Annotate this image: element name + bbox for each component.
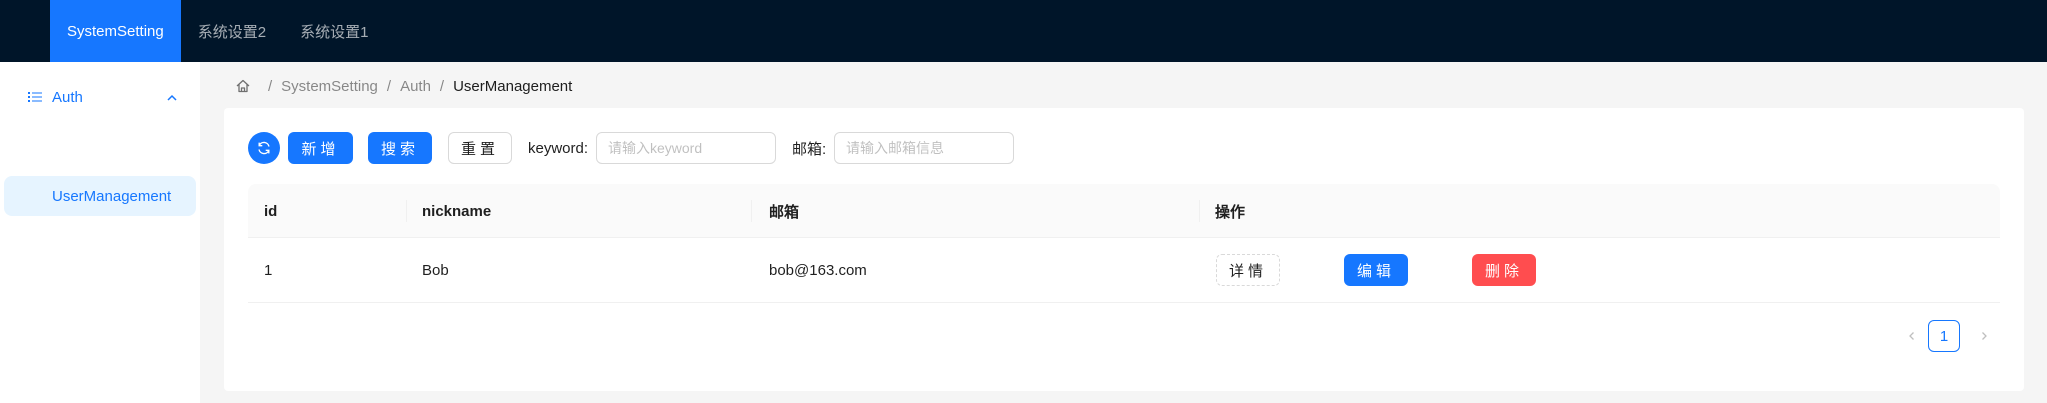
breadcrumb-item-current: UserManagement	[453, 77, 573, 95]
email-input[interactable]	[834, 132, 1014, 164]
topnav-item-systemsetting[interactable]: SystemSetting	[50, 0, 181, 62]
email-label: 邮箱:	[792, 140, 827, 158]
search-button[interactable]: 搜索	[368, 132, 432, 164]
sync-icon	[258, 141, 270, 155]
breadcrumb-separator: /	[386, 77, 392, 95]
cell-nickname: Bob	[422, 261, 449, 279]
edit-button[interactable]: 编辑	[1344, 254, 1408, 286]
breadcrumb: / SystemSetting / Auth / UserManagement	[235, 76, 572, 96]
sidebar: Auth UserManagement	[0, 62, 200, 403]
keyword-label: keyword:	[528, 139, 589, 157]
column-divider	[406, 200, 407, 222]
home-icon[interactable]	[235, 78, 251, 94]
submenu-auth-label: Auth	[52, 89, 83, 106]
page-item-current[interactable]: 1	[1928, 320, 1960, 352]
breadcrumb-separator: /	[268, 77, 273, 95]
detail-button[interactable]: 详情	[1216, 254, 1280, 286]
column-divider	[1199, 200, 1200, 222]
delete-button[interactable]: 删除	[1472, 254, 1536, 286]
cell-id: 1	[264, 261, 273, 279]
column-header-actions: 操作	[1215, 203, 1246, 221]
column-header-nickname: nickname	[422, 202, 492, 220]
topnav-item-system-settings-2[interactable]: 系统设置2	[181, 0, 283, 62]
next-page-button[interactable]	[1968, 320, 2000, 352]
submenu-auth[interactable]: Auth	[0, 74, 200, 122]
sidebar-item-usermanagement[interactable]: UserManagement	[4, 176, 196, 216]
table-header: id nickname 邮箱 操作	[248, 184, 2000, 238]
breadcrumb-separator: /	[439, 77, 445, 95]
prev-page-button[interactable]	[1896, 320, 1928, 352]
top-header: SystemSetting 系统设置2 系统设置1	[0, 0, 2047, 62]
column-divider	[751, 200, 752, 222]
chevron-up-icon	[167, 94, 177, 101]
table-row: 1 Bob bob@163.com 详情 编辑 删除	[248, 238, 2000, 303]
chevron-left-icon	[1909, 332, 1914, 340]
header-logo-area	[0, 0, 50, 62]
add-button[interactable]: 新增	[288, 132, 353, 164]
column-header-email: 邮箱	[769, 203, 800, 221]
keyword-input[interactable]	[596, 132, 776, 164]
topnav-item-system-settings-1[interactable]: 系统设置1	[283, 0, 385, 62]
reload-button[interactable]	[248, 132, 280, 164]
column-header-id: id	[264, 202, 278, 220]
breadcrumb-item-systemsetting[interactable]: SystemSetting	[281, 78, 378, 95]
content-card: 新增 搜索 重置 keyword: 邮箱: id nickname 邮箱 操作 …	[224, 108, 2024, 391]
breadcrumb-item-auth[interactable]: Auth	[400, 78, 431, 95]
reset-button[interactable]: 重置	[448, 132, 512, 164]
chevron-right-icon	[1982, 332, 1987, 340]
cell-email: bob@163.com	[769, 261, 867, 279]
unordered-list-icon	[28, 92, 42, 102]
